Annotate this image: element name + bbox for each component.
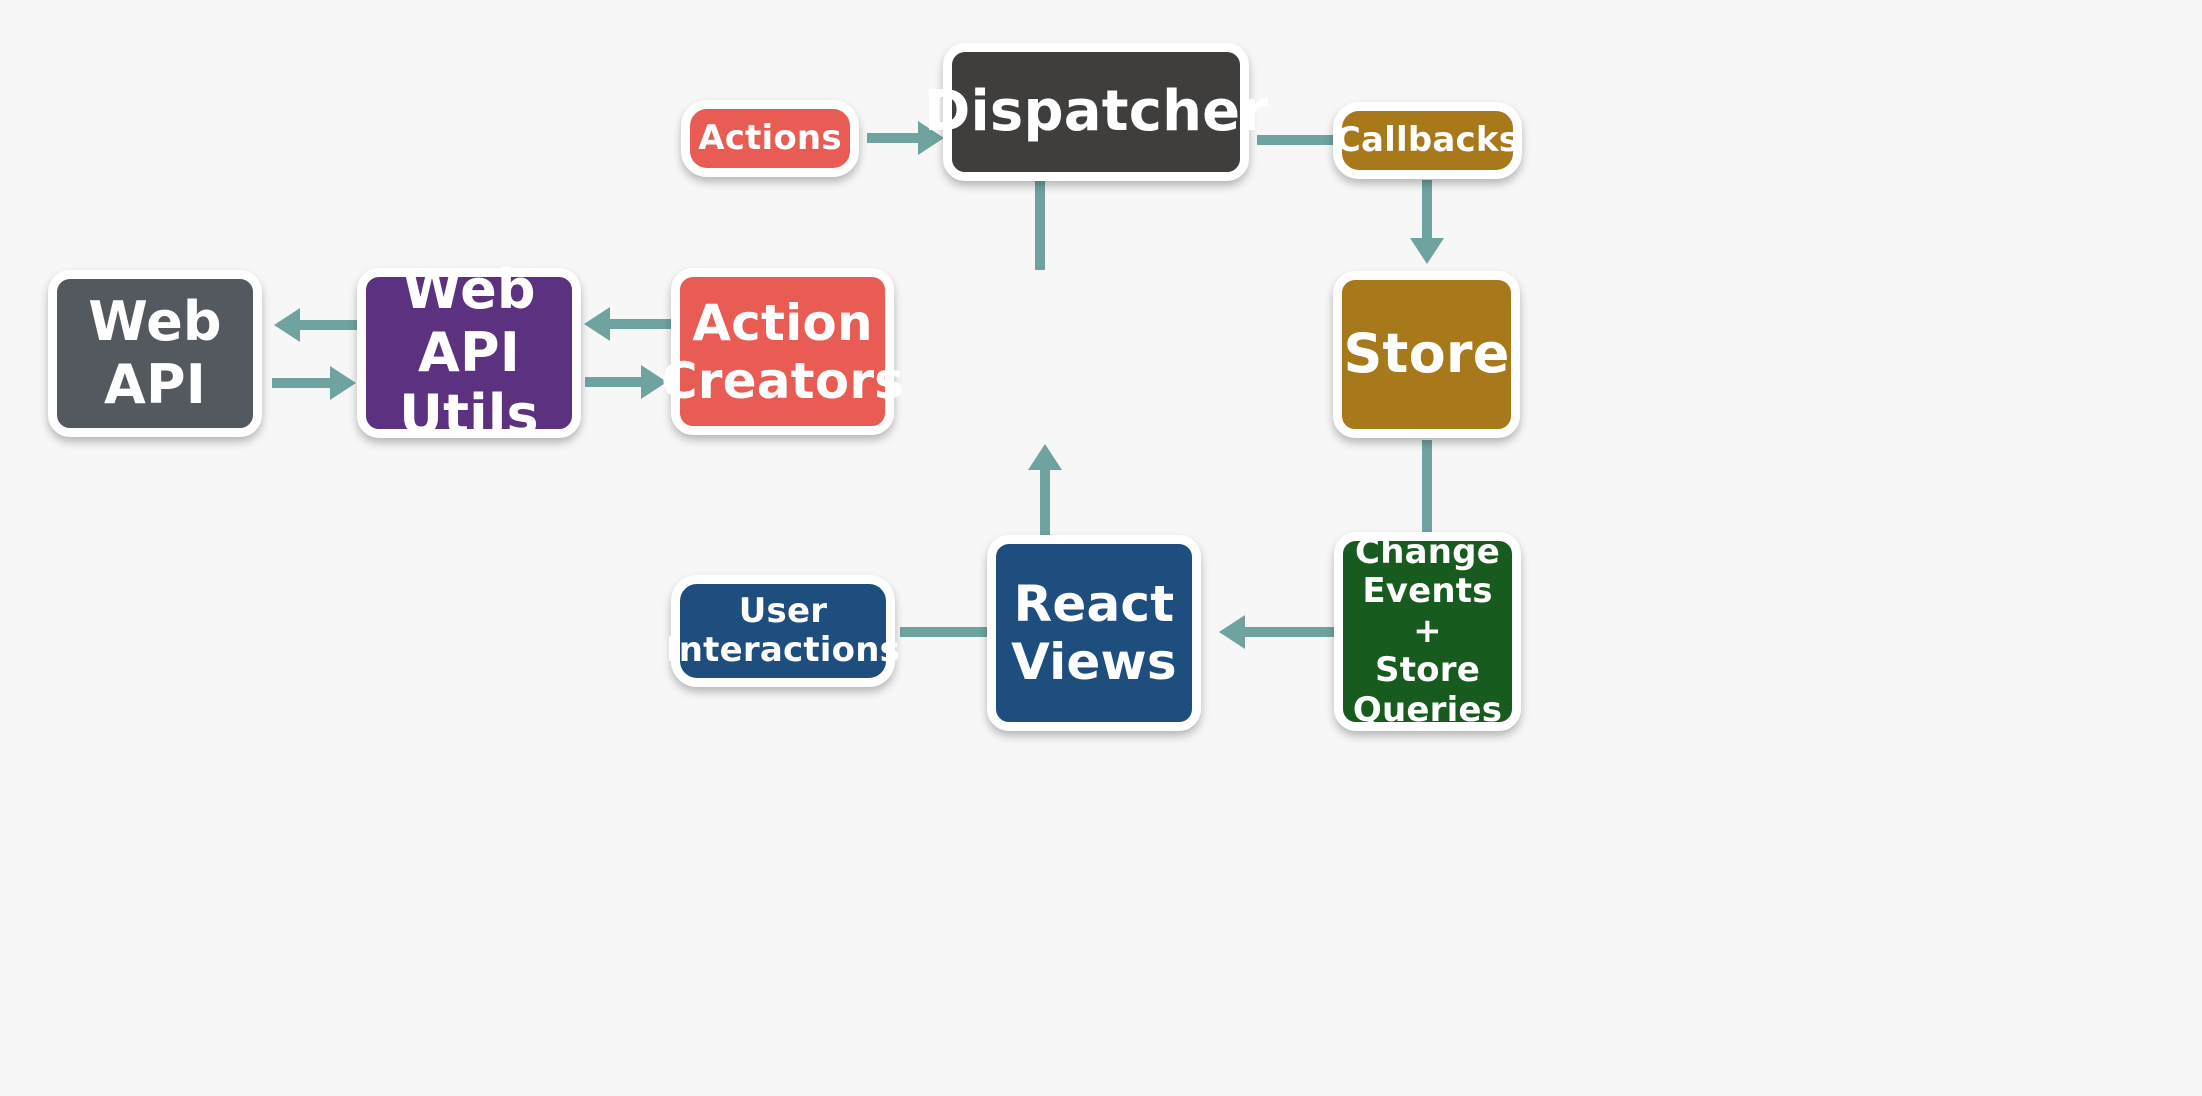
- edge-callbacks-to-store: [1422, 180, 1432, 242]
- node-change-events-store-queries[interactable]: Change Events + Store Queries: [1334, 532, 1521, 731]
- flux-diagram-canvas: Web API Web API Utils Action Creators Ac…: [0, 0, 2202, 1096]
- node-web-api-utils[interactable]: Web API Utils: [357, 258, 581, 446]
- node-dispatcher[interactable]: Dispatcher: [924, 43, 1268, 181]
- edge-dispatcher-to-callbacks: [1257, 135, 1335, 145]
- node-actions[interactable]: Actions: [681, 100, 859, 177]
- edge-action-creators-to-actions: [1035, 180, 1045, 270]
- node-user-interactions[interactable]: User Interactions: [666, 575, 900, 687]
- edge-store-to-change-events: [1422, 440, 1432, 534]
- edge-web-api-to-web-api-utils: [272, 378, 334, 388]
- edge-actions-to-dispatcher: [867, 133, 924, 143]
- edge-react-views-to-user-interactions: [900, 627, 987, 637]
- arrowhead-web-api-to-web-api-utils: [330, 366, 356, 400]
- edge-web-api-utils-to-web-api: [300, 320, 360, 330]
- edge-web-api-utils-to-action-creators: [585, 377, 645, 387]
- arrowhead-action-creators-to-web-api-utils: [584, 307, 610, 341]
- arrowhead-change-events-to-react-views: [1219, 615, 1245, 649]
- arrowhead-user-interactions-to-action-creators: [1028, 444, 1062, 470]
- node-react-views[interactable]: React Views: [987, 535, 1201, 731]
- node-action-creators[interactable]: Action Creators: [661, 268, 904, 435]
- node-web-api[interactable]: Web API: [48, 270, 262, 437]
- arrowhead-web-api-utils-to-web-api: [274, 308, 300, 342]
- node-callbacks[interactable]: Callbacks: [1333, 102, 1522, 179]
- arrowhead-callbacks-to-store: [1410, 238, 1444, 264]
- edge-change-events-to-react-views: [1245, 627, 1335, 637]
- node-store[interactable]: Store: [1333, 271, 1520, 438]
